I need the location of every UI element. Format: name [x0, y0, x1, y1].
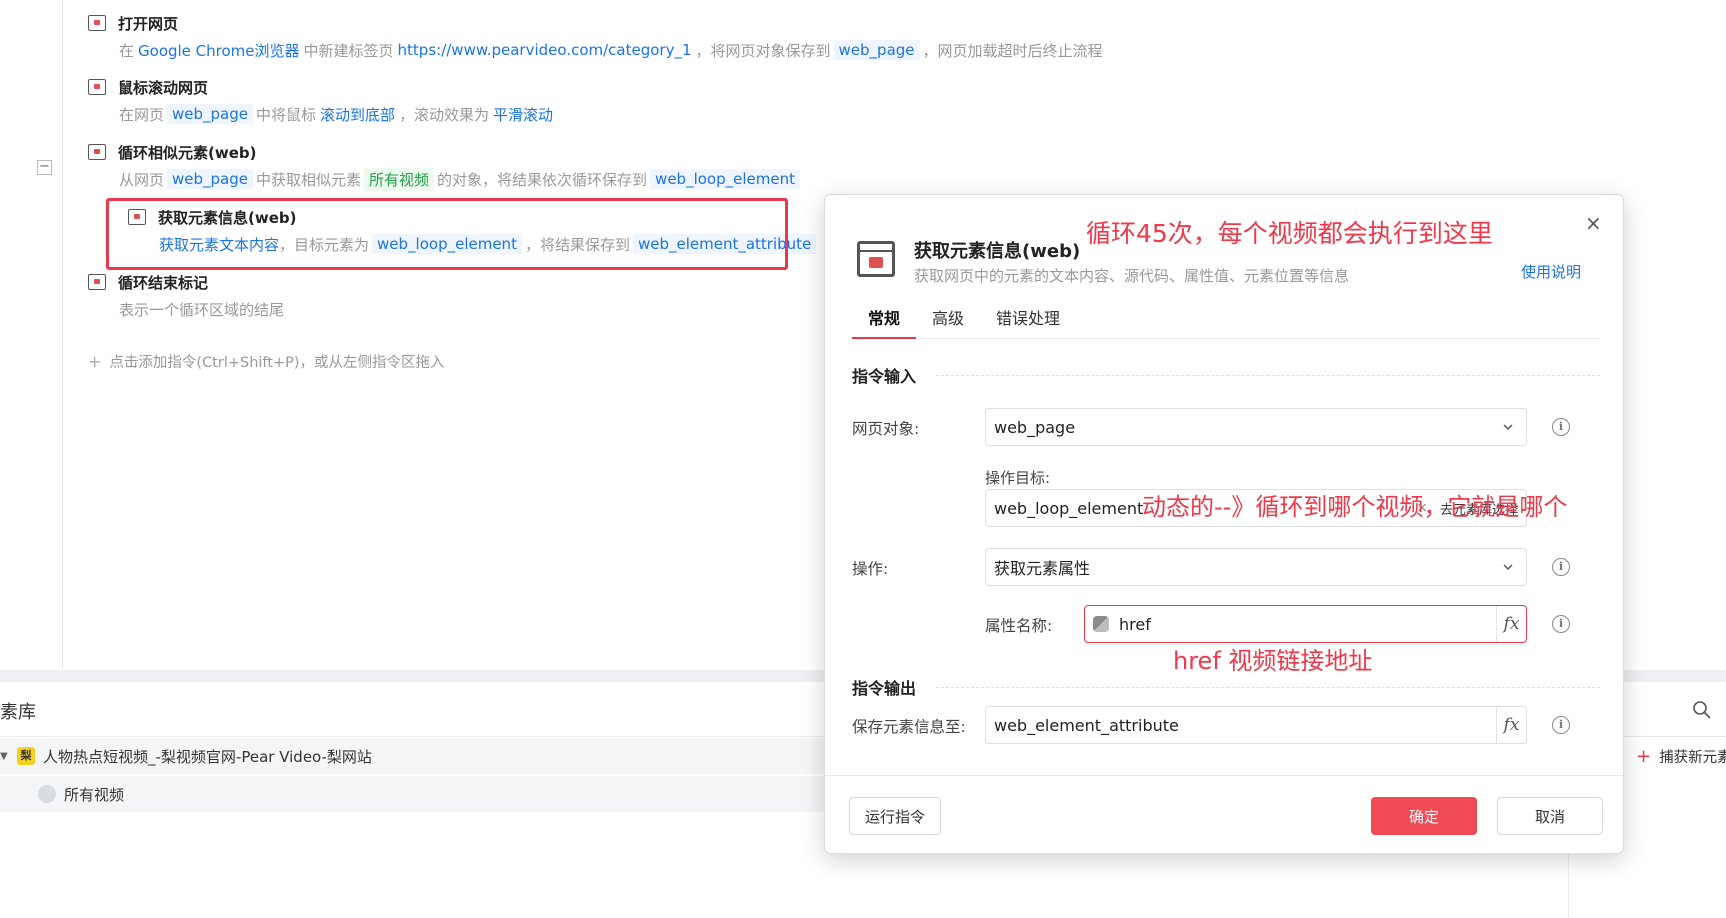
desc-text: 中将鼠标: [256, 105, 317, 124]
target-label: 操作目标:: [985, 469, 1051, 487]
web-object-select[interactable]: web_page: [985, 408, 1527, 446]
step-title: 循环相似元素(web): [118, 143, 257, 162]
dialog-tabs: 常规 高级 错误处理: [852, 305, 1600, 339]
element-chip[interactable]: 所有视频: [364, 167, 435, 191]
step-title: 循环结束标记: [118, 273, 209, 292]
dialog-title: 获取元素信息(web): [914, 241, 1081, 262]
operation-select[interactable]: 获取元素属性: [985, 548, 1527, 586]
gutter-line: [62, 0, 63, 670]
element-library-title: 素库: [0, 702, 36, 723]
chevron-down-icon: [1503, 424, 1513, 431]
pear-logo-icon: 梨: [17, 747, 35, 765]
element-info-dialog: 获取元素信息(web) 获取网页中的元素的文本内容、源代码、属性值、元素位置等信…: [824, 194, 1624, 854]
dialog-subtitle: 获取网页中的元素的文本内容、源代码、属性值、元素位置等信息: [914, 267, 1350, 285]
variable-chip[interactable]: web_page: [167, 169, 253, 189]
operation-label: 操作:: [852, 560, 889, 578]
expand-arrow-icon[interactable]: ▼: [0, 751, 8, 762]
highlight-box: [106, 198, 788, 270]
run-command-button[interactable]: 运行指令: [849, 797, 941, 835]
variable-chip[interactable]: web_page: [833, 40, 920, 60]
variable-chip[interactable]: web_page: [167, 104, 253, 124]
element-icon: [38, 785, 56, 803]
search-icon[interactable]: [1692, 700, 1712, 720]
fx-button[interactable]: fx: [1496, 606, 1526, 642]
tab-general[interactable]: 常规: [852, 305, 917, 339]
step-scroll-webpage[interactable]: 鼠标滚动网页 在网页 web_page 中将鼠标 滚动到底部 ，滚动效果为 平滑滚动: [88, 76, 557, 126]
desc-link[interactable]: 滚动到底部: [320, 104, 395, 125]
divider: [825, 775, 1623, 776]
add-command-hint[interactable]: + 点击添加指令(Ctrl+Shift+P)，或从左侧指令区拖入: [88, 351, 445, 372]
step-loop-end[interactable]: 循环结束标记 表示一个循环区域的结尾: [88, 271, 284, 321]
section-input: 指令输入: [852, 363, 1600, 387]
loop-end-icon: [88, 274, 106, 290]
close-icon[interactable]: ×: [1585, 211, 1602, 235]
confirm-button[interactable]: 确定: [1371, 797, 1477, 835]
open-webpage-icon: [88, 15, 106, 31]
tree-item-label: 所有视频: [64, 785, 125, 804]
attribute-name-input[interactable]: href fx: [1084, 605, 1527, 643]
variable-chip[interactable]: web_loop_element: [650, 169, 800, 189]
web-object-label: 网页对象:: [852, 420, 920, 438]
desc-text: 中获取相似元素: [256, 170, 362, 189]
desc-text: ，滚动效果为: [399, 105, 490, 124]
plus-icon: +: [88, 352, 102, 371]
desc-text: 在: [119, 41, 135, 60]
info-icon[interactable]: i: [1552, 418, 1570, 436]
desc-link[interactable]: https://www.pearvideo.com/category_1: [398, 41, 692, 59]
step-title: 鼠标滚动网页: [118, 78, 209, 97]
step-description: 在网页 web_page 中将鼠标 滚动到底部 ，滚动效果为 平滑滚动: [119, 102, 557, 126]
collapse-loop-button[interactable]: −: [37, 160, 52, 175]
step-description: 从网页 web_page 中获取相似元素 所有视频 的对象，将结果依次循环保存到 web_…: [119, 167, 803, 191]
desc-text: ，将网页对象保存到: [695, 41, 831, 60]
info-icon[interactable]: i: [1552, 716, 1570, 734]
element-info-icon: [857, 241, 895, 277]
fx-button[interactable]: fx: [1496, 707, 1526, 743]
loop-icon: [88, 144, 106, 160]
tree-item-element[interactable]: 所有视频: [0, 776, 830, 812]
step-title: 打开网页: [118, 14, 179, 33]
tab-advanced[interactable]: 高级: [916, 305, 980, 339]
desc-link[interactable]: 平滑滚动: [493, 104, 553, 125]
desc-link[interactable]: Google Chrome浏览器: [138, 40, 300, 61]
save-to-input[interactable]: web_element_attribute fx: [985, 706, 1527, 744]
capture-new-element-button[interactable]: + 捕获新元素: [1636, 738, 1726, 774]
scroll-webpage-icon: [88, 79, 106, 95]
tree-item-page[interactable]: ▼ 梨 人物热点短视频_-梨视频官网-Pear Video-梨网站: [0, 738, 830, 774]
cancel-button[interactable]: 取消: [1497, 797, 1603, 835]
section-output: 指令输出: [852, 675, 1600, 699]
desc-text: ，网页加载超时后终止流程: [922, 41, 1103, 60]
info-icon[interactable]: i: [1552, 615, 1570, 633]
annotation-href-note: href 视频链接地址: [1173, 647, 1373, 675]
chevron-down-icon: [1503, 564, 1513, 571]
attribute-name-label: 属性名称:: [985, 617, 1053, 635]
help-link[interactable]: 使用说明: [1521, 261, 1581, 282]
desc-text: 在网页: [119, 105, 165, 124]
tab-error-handling[interactable]: 错误处理: [980, 305, 1076, 339]
python-icon: [1093, 616, 1109, 632]
annotation-dynamic-note: 动态的--》循环到哪个视频，它就是哪个: [1142, 493, 1568, 521]
tree-item-label: 人物热点短视频_-梨视频官网-Pear Video-梨网站: [43, 747, 372, 766]
step-description: 表示一个循环区域的结尾: [119, 297, 284, 321]
desc-text: 从网页: [119, 170, 165, 189]
desc-text: 表示一个循环区域的结尾: [119, 300, 285, 319]
desc-text: 的对象，将结果依次循环保存到: [437, 170, 648, 189]
step-loop-similar-elements[interactable]: 循环相似元素(web) 从网页 web_page 中获取相似元素 所有视频 的对象，将结…: [88, 141, 803, 191]
annotation-loop-note: 循环45次，每个视频都会执行到这里: [1086, 219, 1493, 248]
step-description: 在 Google Chrome浏览器 中新建标签页 https://www.pearv…: [119, 38, 1103, 62]
plus-icon: +: [1636, 745, 1652, 767]
info-icon[interactable]: i: [1552, 558, 1570, 576]
save-to-label: 保存元素信息至:: [852, 718, 966, 736]
step-open-webpage[interactable]: 打开网页 在 Google Chrome浏览器 中新建标签页 https://www.…: [88, 12, 1103, 62]
desc-text: 中新建标签页: [303, 41, 394, 60]
